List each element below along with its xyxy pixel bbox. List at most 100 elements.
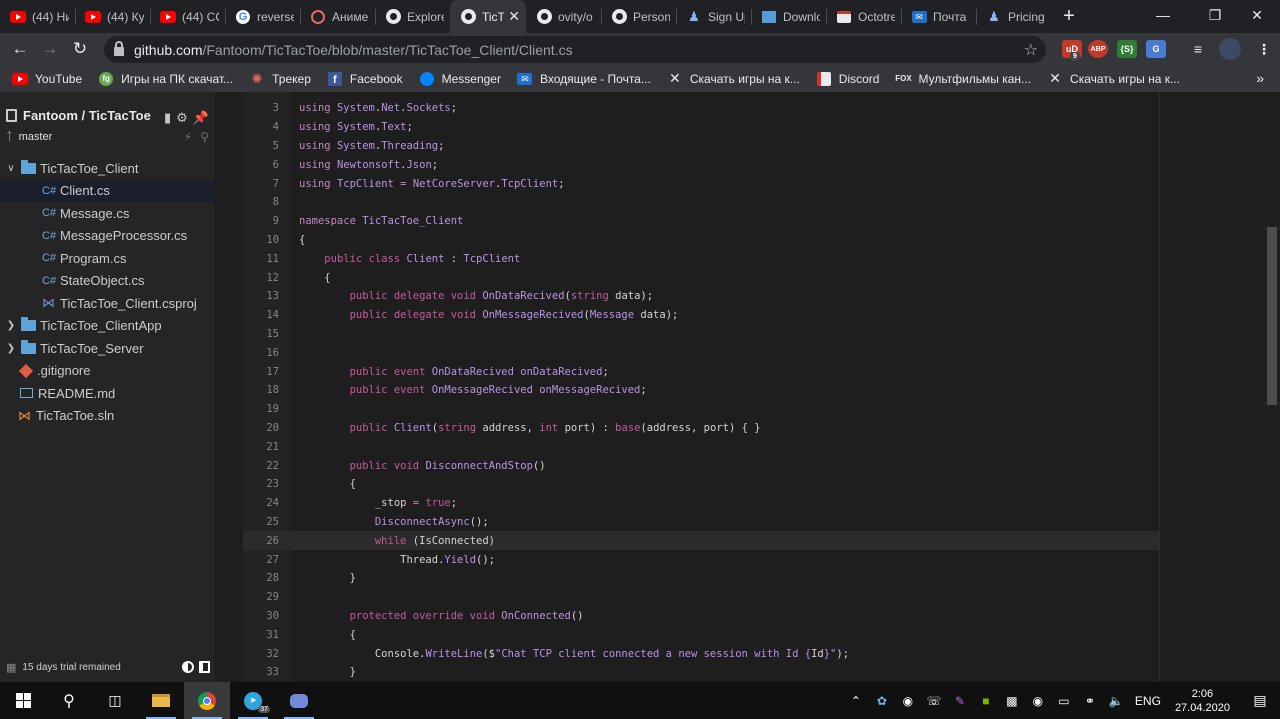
tree-folder[interactable]: ❯ TicTacToe_ClientApp (0, 315, 215, 338)
start-button[interactable] (0, 682, 46, 719)
browser-tab[interactable]: ♟ Sign Up (676, 0, 751, 33)
bookmark-item[interactable]: fg Игры на ПК скачат... (98, 71, 233, 87)
line-number[interactable]: 12 (243, 272, 280, 284)
bookmark-item[interactable]: ✕ Скачать игры на к... (667, 70, 800, 87)
browser-tab[interactable]: ✉ Почта (901, 0, 976, 33)
code-line[interactable]: 16 (243, 343, 1159, 362)
address-bar[interactable]: github.com/Fantoom/TicTacToe/blob/master… (104, 36, 1046, 63)
line-number[interactable]: 18 (243, 384, 280, 396)
code-line[interactable]: 23 { (243, 475, 1159, 494)
tree-file[interactable]: .gitignore (0, 360, 215, 383)
nvidia-icon[interactable]: ■ (976, 694, 996, 708)
tree-folder[interactable]: ∨ TicTacToe_Client (0, 157, 215, 180)
search-icon[interactable]: ⚲ (46, 682, 92, 719)
line-number[interactable]: 27 (243, 554, 280, 566)
adblock-plus-icon[interactable]: ABP (1088, 40, 1108, 58)
bookmark-item[interactable]: Discord (816, 71, 879, 87)
profile-avatar[interactable] (1219, 38, 1241, 60)
code-line[interactable]: 27 Thread.Yield(); (243, 550, 1159, 569)
code-line[interactable]: 7 using TcpClient = NetCoreServer.TcpClie… (243, 174, 1159, 193)
line-number[interactable]: 22 (243, 460, 280, 472)
reading-list-icon[interactable]: ≡ (1188, 40, 1208, 58)
line-number[interactable]: 21 (243, 441, 280, 453)
line-number[interactable]: 30 (243, 610, 280, 622)
lightning-icon[interactable]: ⚡ (184, 130, 192, 144)
browser-tab[interactable]: (44) Ку (75, 0, 150, 33)
code-line[interactable]: 32 Console.WriteLine($"Chat TCP client c… (243, 644, 1159, 663)
chevron-down-icon[interactable]: ∨ (4, 163, 18, 174)
code-line[interactable]: 33 } (243, 663, 1159, 682)
chrome-icon[interactable] (184, 682, 230, 719)
task-view-icon[interactable]: ◫ (92, 682, 138, 719)
line-number[interactable]: 7 (243, 178, 280, 190)
line-number[interactable]: 29 (243, 591, 280, 603)
code-line[interactable]: 12 { (243, 268, 1159, 287)
line-number[interactable]: 14 (243, 309, 280, 321)
forward-icon[interactable]: → (35, 34, 65, 64)
pen-icon[interactable]: ✎ (950, 694, 970, 708)
tree-file[interactable]: C# Message.cs (0, 202, 215, 225)
code-line[interactable]: 19 (243, 400, 1159, 419)
tree-file[interactable]: README.md (0, 382, 215, 405)
browser-tab[interactable]: Аниме (300, 0, 375, 33)
code-line[interactable]: 26 while (IsConnected) (243, 531, 1159, 551)
tree-file[interactable]: C# Program.cs (0, 247, 215, 270)
code-line[interactable]: 20 public Client(string address, int por… (243, 419, 1159, 438)
code-line[interactable]: 5 using System.Threading; (243, 137, 1159, 156)
minimize-icon[interactable]: — (1140, 0, 1186, 30)
code-line[interactable]: 29 (243, 588, 1159, 607)
code-line[interactable]: 11 public class Client : TcpClient (243, 249, 1159, 268)
code-line[interactable]: 6 using Newtonsoft.Json; (243, 155, 1159, 174)
chevron-right-icon[interactable]: ❯ (4, 343, 18, 354)
line-number[interactable]: 24 (243, 497, 280, 509)
scrollbar-thumb[interactable] (1267, 227, 1277, 405)
repo-name[interactable]: Fantoom / TicTacToe (23, 108, 151, 123)
code-line[interactable]: 4 using System.Text; (243, 118, 1159, 137)
code-line[interactable]: 14 public delegate void OnMessageRecived… (243, 306, 1159, 325)
bookmark-item[interactable]: FOX Мультфильмы кан... (895, 71, 1031, 87)
tray-app2-icon[interactable]: ▩ (1002, 694, 1022, 708)
bookmark-item[interactable]: ✉ Входящие - Почта... (517, 71, 651, 87)
tree-file[interactable]: ⋈ TicTacToe_Client.csproj (0, 292, 215, 315)
line-number[interactable]: 32 (243, 648, 280, 660)
tab-close-icon[interactable]: ✕ (508, 8, 520, 25)
json-viewer-icon[interactable]: {S} (1117, 40, 1137, 58)
browser-tab[interactable]: (44) CO (150, 0, 225, 33)
theme-toggle-icon[interactable] (182, 661, 194, 673)
gear-icon[interactable]: ⚙ (176, 110, 188, 126)
code-line[interactable]: 30 protected override void OnConnected() (243, 607, 1159, 626)
code-line[interactable]: 15 (243, 325, 1159, 344)
line-number[interactable]: 5 (243, 140, 280, 152)
menu-icon[interactable]: ⋮ (1254, 40, 1274, 58)
line-number[interactable]: 8 (243, 196, 280, 208)
bookmark-item[interactable]: ✕ Скачать игры на к... (1047, 70, 1180, 87)
window-close-icon[interactable]: ✕ (1234, 0, 1280, 30)
wifi-icon[interactable]: ⚭ (1080, 694, 1100, 708)
line-number[interactable]: 6 (243, 159, 280, 171)
code-line[interactable]: 18 public event OnMessageRecived onMessa… (243, 381, 1159, 400)
line-number[interactable]: 16 (243, 347, 280, 359)
discord-tray-icon[interactable]: ◉ (898, 694, 918, 708)
discord-icon[interactable] (276, 682, 322, 719)
browser-tab[interactable]: Downlo (751, 0, 826, 33)
chevron-right-icon[interactable]: ❯ (4, 320, 18, 331)
chevron-up-icon[interactable]: ⌃ (846, 694, 866, 708)
tray-app-icon[interactable]: ✿ (872, 694, 892, 708)
line-number[interactable]: 17 (243, 366, 280, 378)
line-number[interactable]: 3 (243, 102, 280, 114)
bookmark-item[interactable]: YouTube (12, 71, 82, 87)
code-line[interactable]: 10 { (243, 231, 1159, 250)
code-line[interactable]: 25 DisconnectAsync(); (243, 513, 1159, 532)
bookmark-star-icon[interactable]: ☆ (1024, 40, 1038, 60)
line-number[interactable]: 23 (243, 478, 280, 490)
line-number[interactable]: 26 (243, 535, 280, 547)
tree-file[interactable]: C# MessageProcessor.cs (0, 225, 215, 248)
bookmark-item[interactable]: f Facebook (327, 71, 403, 87)
browser-tab[interactable]: ♟ Pricing (976, 0, 1051, 33)
tree-folder[interactable]: ❯ TicTacToe_Server (0, 337, 215, 360)
back-icon[interactable]: ← (5, 34, 35, 64)
browser-tab[interactable]: Octotre (826, 0, 901, 33)
more-bookmarks-icon[interactable]: » (1256, 70, 1264, 86)
bookmark-item[interactable]: ✺ Трекер (249, 71, 311, 87)
code-line[interactable]: 21 (243, 437, 1159, 456)
